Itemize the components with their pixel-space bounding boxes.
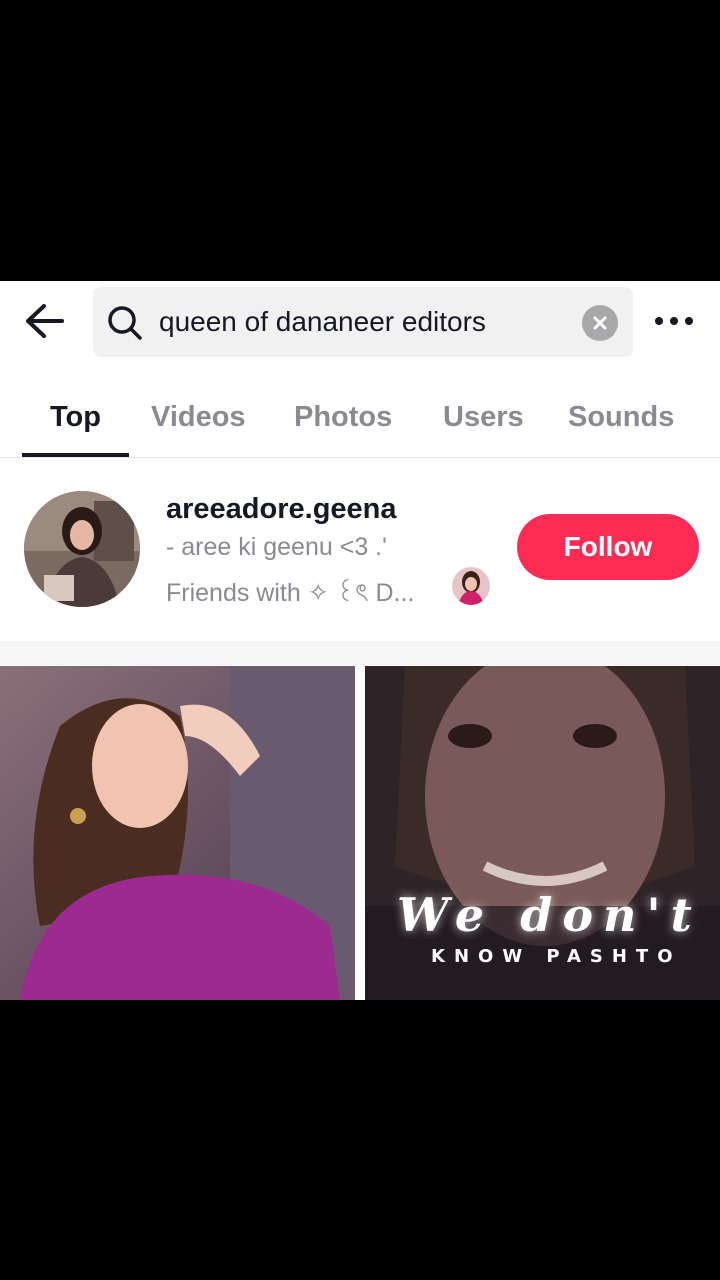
more-icon[interactable] [650, 303, 698, 339]
username[interactable]: areeadore.geena [166, 493, 397, 526]
section-divider [0, 641, 720, 665]
tab-photos[interactable]: Photos [294, 377, 392, 457]
tab-users[interactable]: Users [443, 377, 524, 457]
video-overlay-subtitle: KNOW PASHTO [431, 946, 682, 967]
search-query-text: queen of dananeer editors [159, 306, 486, 337]
search-icon [107, 305, 143, 341]
back-arrow-icon[interactable] [22, 301, 70, 341]
active-tab-indicator [22, 453, 129, 457]
search-results-screen: queen of dananeer editors Top Videos Pho… [0, 281, 720, 1000]
user-bio: - aree ki geenu <3 .' [166, 533, 387, 561]
search-input[interactable]: queen of dananeer editors [93, 287, 633, 357]
video-thumbnail[interactable] [0, 666, 355, 1000]
mutual-friends: Friends with ✧ ꒰ৎ D... [166, 579, 415, 607]
tab-sounds[interactable]: Sounds [568, 377, 674, 457]
friend-avatar [452, 567, 490, 605]
avatar[interactable] [24, 491, 140, 607]
video-overlay-title: We don't [397, 888, 702, 942]
user-result[interactable]: areeadore.geena - aree ki geenu <3 .' Fr… [0, 471, 720, 641]
clear-icon[interactable] [582, 305, 618, 341]
video-thumbnail[interactable]: We don't KNOW PASHTO [365, 666, 720, 1000]
tab-top[interactable]: Top [50, 377, 101, 457]
tab-videos[interactable]: Videos [151, 377, 246, 457]
search-header: queen of dananeer editors [0, 281, 720, 361]
follow-button[interactable]: Follow [517, 514, 699, 580]
results-tabs: Top Videos Photos Users Sounds [0, 377, 720, 458]
